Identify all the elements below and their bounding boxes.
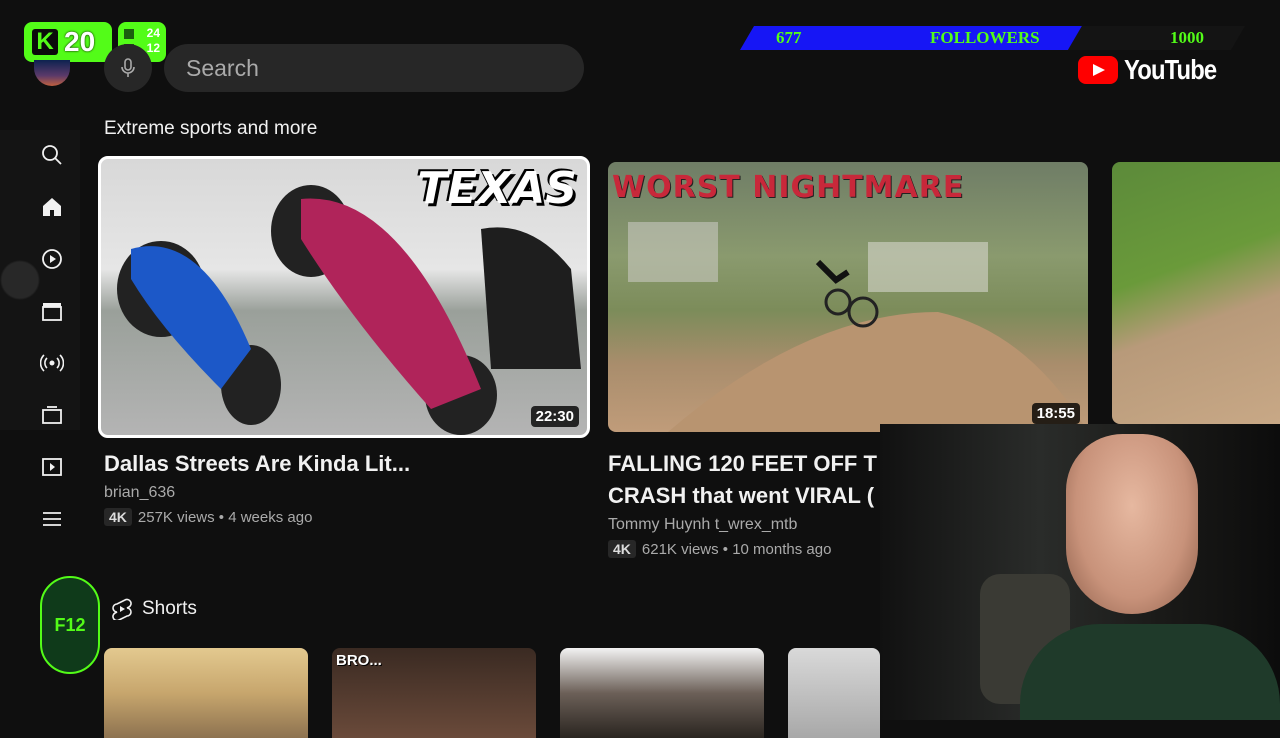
voice-search-button[interactable] xyxy=(104,44,152,92)
playlists-icon[interactable] xyxy=(40,455,64,479)
streamer-webcam xyxy=(880,424,1280,720)
kick-viewer-badge: K 20 xyxy=(24,22,112,62)
account-avatar[interactable] xyxy=(34,60,70,86)
follower-label: FOLLOWERS xyxy=(930,28,1040,47)
youtube-wordmark: YouTube xyxy=(1124,54,1217,85)
menu-icon[interactable] xyxy=(40,507,64,531)
video-thumbnail[interactable] xyxy=(1112,162,1280,424)
thumbnail-text: WORST NIGHTMARE xyxy=(612,170,965,205)
kick-viewer-count: 20 xyxy=(64,26,96,57)
follower-current: 677 xyxy=(776,28,802,47)
thumbnail-text: TEXAS xyxy=(417,163,577,214)
stats-bottom-value: 12 xyxy=(146,41,160,55)
subscriptions-icon[interactable] xyxy=(40,247,64,271)
video-channel[interactable]: Tommy Huynh t_wrex_mtb xyxy=(608,516,880,534)
gaming-icon[interactable] xyxy=(40,403,64,427)
person-icon xyxy=(124,28,134,39)
short-thumbnail[interactable] xyxy=(560,648,764,738)
team-logo: F12 xyxy=(40,576,100,674)
video-info: Dallas Streets Are Kinda Lit... brian_63… xyxy=(104,448,584,526)
kick-logo-icon: K xyxy=(32,28,58,55)
video-title-line-1[interactable]: FALLING 120 FEET OFF T xyxy=(608,448,880,480)
microphone-icon xyxy=(121,58,135,77)
live-icon[interactable] xyxy=(40,351,64,375)
video-views-age: 621K views • 10 months ago xyxy=(641,540,832,558)
video-meta: 4K 257K views • 4 weeks ago xyxy=(104,508,584,526)
short-tag: BRO... xyxy=(336,652,382,669)
follower-goal-bar: 677 FOLLOWERS 1000 xyxy=(740,26,1245,50)
video-thumbnail[interactable]: WORST NIGHTMARE 18:55 xyxy=(608,162,1088,432)
team-logo-text: F12 xyxy=(54,614,86,635)
video-duration: 18:55 xyxy=(1031,403,1080,424)
short-thumbnail[interactable]: BRO... xyxy=(332,648,536,738)
search-input[interactable]: Search xyxy=(164,44,584,92)
shorts-icon xyxy=(112,598,132,620)
stats-top-value: 24 xyxy=(146,26,160,40)
video-title-line-2[interactable]: CRASH that went VIRAL ( xyxy=(608,480,880,512)
youtube-play-icon xyxy=(1078,56,1118,84)
webcam-person-face xyxy=(1066,434,1198,614)
section-title: Extreme sports and more xyxy=(104,118,318,139)
video-info: FALLING 120 FEET OFF T CRASH that went V… xyxy=(608,448,880,558)
quality-badge: 4K xyxy=(104,508,132,526)
webcam-person-body xyxy=(1020,624,1280,720)
search-icon[interactable] xyxy=(40,143,64,167)
movies-icon[interactable] xyxy=(40,299,64,323)
shorts-header: Shorts xyxy=(112,598,197,620)
video-views-age: 257K views • 4 weeks ago xyxy=(137,508,313,526)
youtube-logo[interactable]: YouTube xyxy=(1078,54,1233,86)
shorts-label: Shorts xyxy=(142,598,197,619)
video-title[interactable]: Dallas Streets Are Kinda Lit... xyxy=(104,448,584,480)
video-duration: 22:30 xyxy=(530,406,579,427)
quality-badge: 4K xyxy=(608,540,636,558)
video-channel[interactable]: brian_636 xyxy=(104,484,584,502)
short-thumbnail[interactable] xyxy=(788,648,880,738)
video-thumbnail[interactable]: TEXAS 22:30 xyxy=(98,156,590,438)
follower-goal: 1000 xyxy=(1170,28,1204,47)
short-thumbnail[interactable] xyxy=(104,648,308,738)
home-icon[interactable] xyxy=(40,195,64,219)
video-meta: 4K 621K views • 10 months ago xyxy=(608,540,880,558)
